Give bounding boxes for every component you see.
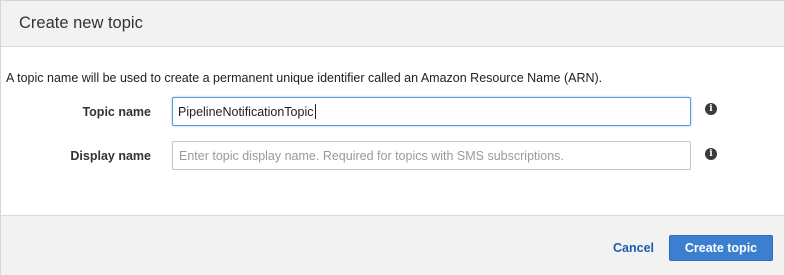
intro-text: A topic name will be used to create a pe… bbox=[6, 71, 603, 85]
create-topic-button[interactable]: Create topic bbox=[669, 235, 773, 261]
cancel-button[interactable]: Cancel bbox=[613, 241, 654, 255]
topic-name-label: Topic name bbox=[82, 105, 151, 119]
dialog-title: Create new topic bbox=[19, 14, 143, 32]
create-topic-dialog: Create new topic A topic name will be us… bbox=[0, 0, 785, 275]
info-icon[interactable]: i bbox=[705, 148, 717, 160]
info-icon[interactable]: i bbox=[705, 103, 717, 115]
display-name-input[interactable] bbox=[172, 141, 691, 170]
dialog-footer: Cancel Create topic bbox=[1, 215, 784, 275]
topic-name-input[interactable] bbox=[172, 97, 691, 126]
dialog-header: Create new topic bbox=[1, 1, 784, 47]
display-name-label: Display name bbox=[70, 149, 151, 163]
